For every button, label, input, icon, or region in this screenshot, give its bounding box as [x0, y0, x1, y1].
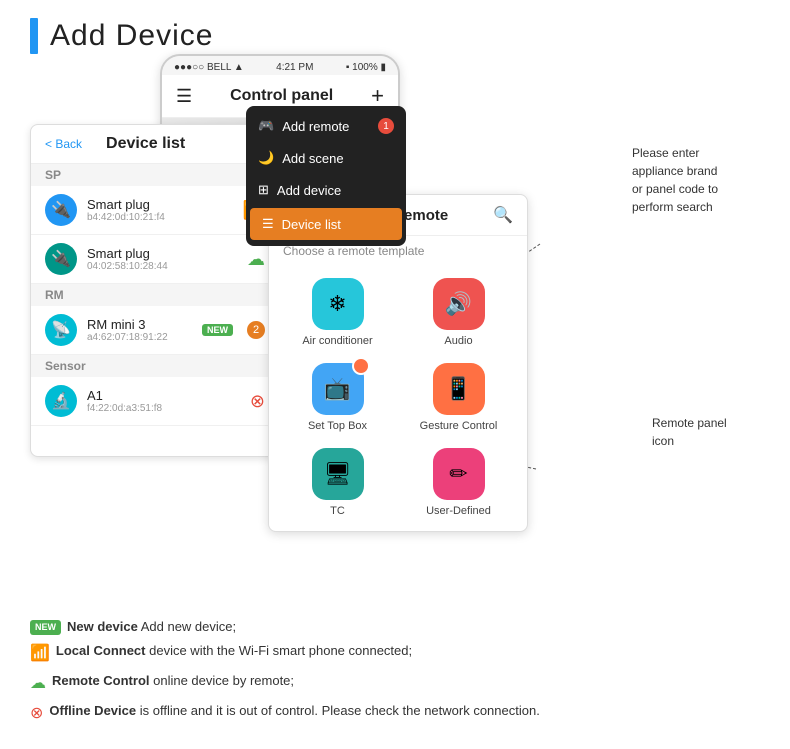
device-list-title: Device list — [106, 135, 185, 153]
main-content: < Back Device list SP 🔌 Smart plug b4:42… — [0, 64, 790, 624]
remote-panel-badge — [352, 357, 370, 375]
audio-icon: 🔊 — [433, 278, 485, 330]
remote-item-audio[interactable]: 🔊 Audio — [398, 268, 519, 353]
search-hint-annotation: Please enterappliance brandor panel code… — [632, 144, 772, 216]
device-icon-sp2: 🔌 — [45, 243, 77, 275]
remote-panel-icon-annotation: Remote panelicon — [652, 414, 772, 450]
device-list-icon: ☰ — [262, 216, 274, 232]
panel-bottom-spacer — [31, 426, 279, 456]
user-defined-icon: ✏ — [433, 448, 485, 500]
legend-wifi-bold: Local Connect — [56, 643, 146, 658]
remote-item-ac[interactable]: ❄ Air conditioner — [277, 268, 398, 353]
back-button[interactable]: < Back — [45, 137, 82, 151]
device-icon-sp1: 🔌 — [45, 194, 77, 226]
legend-offline-bold: Offline Device — [49, 703, 136, 718]
legend-cloud-icon: ☁ — [30, 672, 46, 696]
device-row-sp1[interactable]: 🔌 Smart plug b4:42:0d:10:21:f4 📶 — [31, 186, 279, 235]
section-sensor: Sensor — [31, 355, 279, 377]
add-device-label: Add device — [277, 183, 341, 198]
gesture-label: Gesture Control — [420, 420, 498, 432]
step-badge-1: 1 — [378, 118, 394, 134]
status-cloud-sp2: ☁ — [247, 249, 265, 270]
device-row-a1[interactable]: 🔬 A1 f4:22:0d:a3:51:f8 ⊗ — [31, 377, 279, 426]
legend-offline-icon: ⊗ — [30, 702, 43, 726]
device-mac-sp1: b4:42:0d:10:21:f4 — [87, 212, 233, 223]
legend-row-cloud: ☁ Remote Control online device by remote… — [30, 671, 760, 696]
remote-item-gesture[interactable]: 📱 Gesture Control — [398, 353, 519, 438]
page-title: Add Device — [50, 19, 213, 53]
dropdown-add-device[interactable]: ⊞ Add device — [246, 174, 406, 206]
device-name-sp2: Smart plug — [87, 246, 237, 261]
carrier: ●●●○○ BELL ▲ — [174, 62, 244, 73]
legend-wifi-icon: 📶 — [30, 642, 50, 666]
title-accent — [30, 18, 38, 54]
device-info-rm1: RM mini 3 a4:62:07:18:91:22 — [87, 317, 192, 343]
step-badge-2: 2 — [247, 321, 265, 339]
device-name-a1: A1 — [87, 388, 240, 403]
tc-icon: 🖥 — [312, 448, 364, 500]
remote-item-user-defined[interactable]: ✏ User-Defined — [398, 438, 519, 523]
legend-row-offline: ⊗ Offline Device is offline and it is ou… — [30, 701, 760, 726]
device-name-rm1: RM mini 3 — [87, 317, 192, 332]
legend-new-badge: NEW — [30, 620, 61, 636]
device-mac-rm1: a4:62:07:18:91:22 — [87, 332, 192, 343]
status-bar: ●●●○○ BELL ▲ 4:21 PM ▪ 100% ▮ — [162, 56, 398, 75]
device-mac-a1: f4:22:0d:a3:51:f8 — [87, 403, 240, 414]
add-remote-label: Add remote — [282, 119, 349, 134]
stb-label: Set Top Box — [308, 420, 367, 432]
legend-row-new: NEW New device Add new device; — [30, 617, 760, 637]
ac-label: Air conditioner — [302, 335, 372, 347]
page-title-area: Add Device — [0, 0, 790, 64]
dropdown-menu: 🎮 Add remote 1 🌙 Add scene ⊞ Add device … — [246, 106, 406, 246]
search-icon[interactable]: 🔍 — [493, 205, 513, 225]
panel-header: < Back Device list — [31, 125, 279, 164]
user-defined-label: User-Defined — [426, 505, 491, 517]
legend: NEW New device Add new device; 📶 Local C… — [30, 617, 760, 732]
add-remote-icon: 🎮 — [258, 118, 274, 134]
dropdown-add-scene[interactable]: 🌙 Add scene — [246, 142, 406, 174]
status-offline-a1: ⊗ — [250, 391, 265, 412]
dropdown-add-remote[interactable]: 🎮 Add remote 1 — [246, 110, 406, 142]
new-badge-rm1: NEW — [202, 324, 233, 336]
legend-row-wifi: 📶 Local Connect device with the Wi-Fi sm… — [30, 641, 760, 666]
device-icon-a1: 🔬 — [45, 385, 77, 417]
ac-icon: ❄ — [312, 278, 364, 330]
control-panel-title: Control panel — [230, 87, 333, 105]
add-scene-label: Add scene — [282, 151, 343, 166]
gesture-icon: 📱 — [433, 363, 485, 415]
device-info-a1: A1 f4:22:0d:a3:51:f8 — [87, 388, 240, 414]
dropdown-device-list[interactable]: ☰ Device list — [250, 208, 402, 240]
device-info-sp2: Smart plug 04:02:58:10:28:44 — [87, 246, 237, 272]
battery: ▪ 100% ▮ — [346, 62, 386, 73]
add-device-icon: ⊞ — [258, 182, 269, 198]
remote-item-stb[interactable]: 📺 Set Top Box — [277, 353, 398, 438]
device-row-sp2[interactable]: 🔌 Smart plug 04:02:58:10:28:44 ☁ — [31, 235, 279, 284]
device-list-dropdown-label: Device list — [282, 217, 341, 232]
legend-cloud-bold: Remote Control — [52, 673, 150, 688]
hamburger-icon[interactable]: ☰ — [176, 86, 192, 107]
section-rm: RM — [31, 284, 279, 306]
device-icon-rm1: 📡 — [45, 314, 77, 346]
tc-label: TC — [330, 505, 345, 517]
device-name-sp1: Smart plug — [87, 197, 233, 212]
add-scene-icon: 🌙 — [258, 150, 274, 166]
legend-new-bold: New device — [67, 619, 138, 634]
device-row-rm1[interactable]: 📡 RM mini 3 a4:62:07:18:91:22 NEW 2 — [31, 306, 279, 355]
device-mac-sp2: 04:02:58:10:28:44 — [87, 261, 237, 272]
device-info-sp1: Smart plug b4:42:0d:10:21:f4 — [87, 197, 233, 223]
audio-label: Audio — [444, 335, 472, 347]
remote-grid: ❄ Air conditioner 🔊 Audio 📺 Set Top Box … — [269, 264, 527, 531]
stb-icon: 📺 — [312, 363, 364, 415]
time: 4:21 PM — [276, 62, 313, 73]
section-sp: SP — [31, 164, 279, 186]
device-list-panel: < Back Device list SP 🔌 Smart plug b4:42… — [30, 124, 280, 457]
remote-item-tc[interactable]: 🖥 TC — [277, 438, 398, 523]
